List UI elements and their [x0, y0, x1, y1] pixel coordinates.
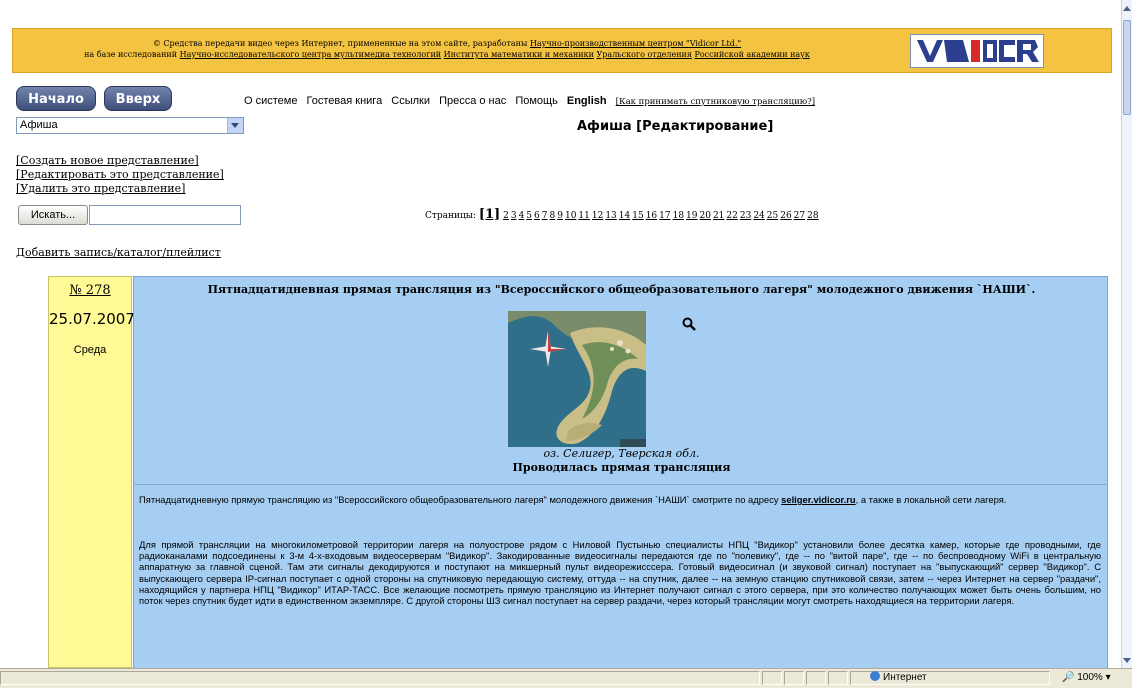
- page-link[interactable]: 26: [780, 211, 791, 221]
- search-input[interactable]: [89, 205, 241, 225]
- event-date-column: № 278 25.07.2007 Среда: [48, 276, 135, 668]
- academy-link[interactable]: Российской академии наук: [694, 50, 809, 59]
- page-link[interactable]: 8: [550, 211, 556, 221]
- event-card: Пятнадцатидневная прямая трансляция из "…: [133, 276, 1108, 668]
- page-link[interactable]: 24: [753, 211, 764, 221]
- page-link[interactable]: 17: [659, 211, 670, 221]
- event-map-image[interactable]: [508, 311, 646, 447]
- add-record-link[interactable]: Добавить запись/каталог/плейлист: [16, 246, 221, 259]
- satellite-help-link[interactable]: [Как принимать спутниковую трансляцию?]: [616, 97, 815, 107]
- page-link[interactable]: 2: [503, 211, 509, 221]
- scroll-down-icon[interactable]: [1123, 658, 1131, 663]
- vertical-scrollbar[interactable]: [1121, 0, 1132, 668]
- page-link[interactable]: 27: [794, 211, 805, 221]
- pagination-label: Страницы:: [425, 211, 476, 221]
- menu-help[interactable]: Помощь: [515, 95, 558, 107]
- status-bar: Интернет 🔎 100% ▾: [0, 668, 1132, 688]
- page-link[interactable]: 6: [534, 211, 540, 221]
- menu-guestbook[interactable]: Гостевая книга: [307, 95, 383, 107]
- page-link[interactable]: 9: [557, 211, 563, 221]
- delete-view-link[interactable]: [Удалить это представление]: [16, 182, 224, 196]
- current-page[interactable]: [1]: [479, 207, 500, 222]
- page-link[interactable]: 3: [511, 211, 517, 221]
- page-link[interactable]: 7: [542, 211, 548, 221]
- page-link[interactable]: 28: [807, 211, 818, 221]
- edit-view-link[interactable]: [Редактировать это представление]: [16, 168, 224, 182]
- page-link[interactable]: 22: [726, 211, 737, 221]
- banner-text: © Средства передачи видео через Интернет…: [84, 39, 810, 59]
- status-cell: [806, 671, 826, 685]
- status-cell: [828, 671, 848, 685]
- section-select[interactable]: Афиша: [16, 117, 244, 134]
- browser-viewport: © Средства передачи видео через Интернет…: [0, 0, 1122, 668]
- page-title: Афиша [Редактирование]: [577, 119, 774, 134]
- ural-branch-link[interactable]: Уральского отделения: [597, 50, 692, 59]
- page-link[interactable]: 20: [700, 211, 711, 221]
- pagination: Страницы: [1] 2 3 4 5 6 7 8 9 10 11 12 13 14 15 16 17 18…: [425, 207, 821, 222]
- start-button[interactable]: Начало: [16, 86, 96, 111]
- scroll-up-icon[interactable]: [1123, 6, 1131, 11]
- dropdown-arrow-icon[interactable]: [227, 118, 243, 133]
- page-link[interactable]: 25: [767, 211, 778, 221]
- vidicor-logo[interactable]: [910, 34, 1044, 68]
- page-link[interactable]: 19: [686, 211, 697, 221]
- search-button[interactable]: Искать...: [18, 205, 88, 225]
- seliger-link[interactable]: seliger.vidicor.ru: [781, 494, 856, 505]
- institute-link[interactable]: Института математики и механики: [444, 50, 594, 59]
- zoom-level[interactable]: 🔎 100% ▾: [1062, 671, 1111, 685]
- scroll-thumb[interactable]: [1123, 20, 1131, 115]
- page-link[interactable]: 13: [605, 211, 616, 221]
- image-caption: оз. Селигер, Тверская обл.: [543, 447, 700, 460]
- page-list: 2 3 4 5 6 7 8 9 10 11 12 13 14 15 16 17 18 19 20 21 22 23 24 25…: [503, 211, 820, 221]
- status-cell: [762, 671, 782, 685]
- menu-english[interactable]: English: [567, 95, 607, 107]
- create-view-link[interactable]: [Создать новое представление]: [16, 154, 224, 168]
- page-link[interactable]: 5: [526, 211, 532, 221]
- globe-icon: [870, 671, 880, 681]
- page-link[interactable]: 10: [565, 211, 576, 221]
- status-text-cell: [0, 671, 760, 685]
- research-center-link[interactable]: Научно-исследовательского центра мультим…: [180, 50, 441, 59]
- broadcast-status: Проводилась прямая трансляция: [512, 461, 731, 474]
- page-link[interactable]: 21: [713, 211, 724, 221]
- description-paragraph-2: Для прямой трансляции на многокилометров…: [139, 539, 1101, 607]
- event-number[interactable]: № 278: [49, 283, 131, 298]
- event-description: Пятнадцатидневную прямую трансляцию из "…: [135, 484, 1106, 668]
- magnifier-icon[interactable]: [682, 317, 696, 335]
- page-link[interactable]: 23: [740, 211, 751, 221]
- page-link[interactable]: 15: [632, 211, 643, 221]
- menu-about[interactable]: О системе: [244, 95, 297, 107]
- event-weekday: Среда: [73, 344, 107, 356]
- page-link[interactable]: 4: [519, 211, 525, 221]
- page-link[interactable]: 11: [578, 211, 589, 221]
- vidicor-link[interactable]: Научно-производственным центром "Vidicor…: [530, 39, 741, 48]
- page-link[interactable]: 18: [673, 211, 684, 221]
- page-link[interactable]: 16: [646, 211, 657, 221]
- menu-links[interactable]: Ссылки: [391, 95, 430, 107]
- view-actions: [Создать новое представление] [Редактиро…: [16, 154, 224, 196]
- top-menu: О системе Гостевая книга Ссылки Пресса о…: [244, 95, 821, 107]
- menu-press[interactable]: Пресса о нас: [439, 95, 506, 107]
- copyright-banner: © Средства передачи видео через Интернет…: [12, 28, 1112, 73]
- security-zone: Интернет: [870, 671, 927, 685]
- status-cell: [784, 671, 804, 685]
- description-paragraph-1: Пятнадцатидневную прямую трансляцию из "…: [139, 494, 1007, 505]
- page-link[interactable]: 12: [592, 211, 603, 221]
- page-link[interactable]: 14: [619, 211, 630, 221]
- event-date: 25.07.2007: [49, 310, 135, 328]
- up-button[interactable]: Вверх: [104, 86, 172, 111]
- event-title: Пятнадцатидневная прямая трансляция из "…: [207, 283, 1036, 296]
- section-select-value: Афиша: [20, 119, 58, 131]
